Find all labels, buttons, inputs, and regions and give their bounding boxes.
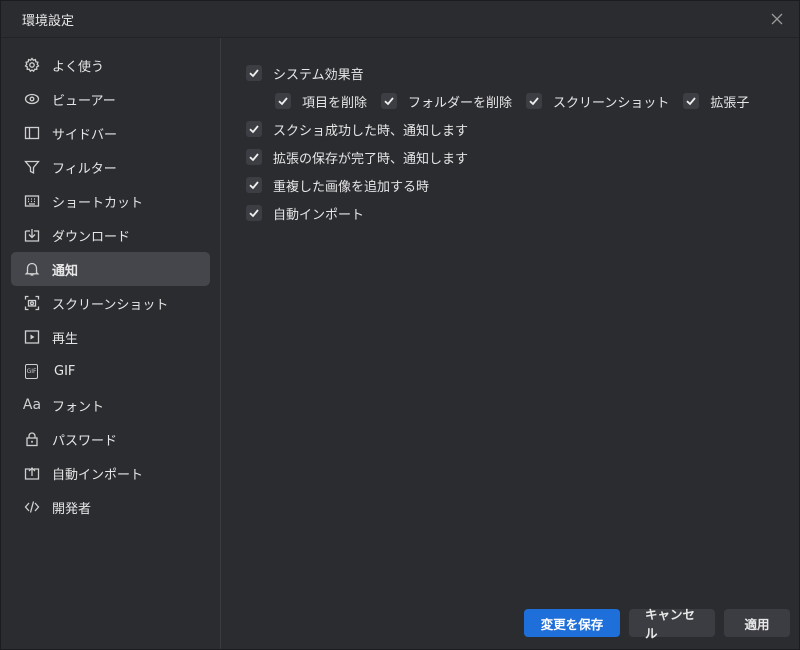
checkbox-box: [246, 65, 262, 81]
sidebar-item-label: ダウンロード: [52, 229, 131, 245]
sub-option-checkbox-0[interactable]: 項目を削除: [275, 92, 367, 111]
checkmark-icon: [249, 181, 259, 190]
sub-option-checkbox-1[interactable]: フォルダーを削除: [381, 92, 512, 111]
sidebar-item-2[interactable]: サイドバー: [11, 116, 210, 150]
checkmark-icon: [249, 69, 259, 78]
checkbox-label: スクショ成功した時、通知します: [273, 123, 469, 139]
notification-settings: システム効果音 項目を削除 フォルダーを削除 スクリーンショット 拡張子 スクショ成功…: [221, 38, 799, 649]
sidebar-item-label: 開発者: [52, 501, 92, 517]
save-changes-button[interactable]: 変更を保存: [524, 609, 620, 637]
sidebar-item-label: GIF: [54, 363, 76, 379]
sidebar-panel-icon: [23, 124, 41, 142]
checkbox-box: [526, 93, 543, 109]
sub-option-checkbox-2[interactable]: スクリーンショット: [526, 92, 669, 111]
notification-option-row: 自動インポート: [246, 199, 799, 227]
sidebar-item-label: フィルター: [52, 161, 117, 177]
checkbox-box: [683, 93, 700, 109]
sidebar-item-label: 自動インポート: [52, 467, 144, 483]
checkbox-box: [246, 177, 262, 193]
sidebar-item-label: 通知: [52, 263, 79, 279]
sidebar-item-0[interactable]: よく使う: [11, 48, 210, 82]
sidebar-item-3[interactable]: フィルター: [11, 150, 210, 184]
sidebar-item-7[interactable]: スクリーンショット: [11, 286, 210, 320]
code-icon: [23, 498, 41, 516]
sidebar-item-6[interactable]: 通知: [11, 252, 210, 286]
checkbox-label: 拡張子: [710, 95, 750, 111]
screenshot-icon: [23, 294, 41, 312]
bell-icon: [23, 260, 41, 278]
close-icon: [771, 13, 783, 25]
checkbox-box: [246, 205, 262, 221]
checkbox-label: 拡張の保存が完了時、通知します: [273, 151, 469, 167]
checkbox-label: スクリーンショット: [553, 95, 670, 111]
checkbox-label: 項目を削除: [302, 95, 368, 111]
sidebar-item-9[interactable]: GIF GIF: [11, 354, 210, 388]
apply-button[interactable]: 適用: [724, 609, 790, 637]
preferences-window: 環境設定 よく使う ビューアー サイドバー フィルター ショートカット ダウンロード 通知ス…: [0, 0, 800, 650]
sidebar-item-1[interactable]: ビューアー: [11, 82, 210, 116]
close-button[interactable]: [767, 9, 787, 29]
notification-option-checkbox-0[interactable]: スクショ成功した時、通知します: [246, 120, 468, 139]
notification-option-row: スクショ成功した時、通知します: [246, 115, 799, 143]
checkbox-box: [381, 93, 398, 109]
checkmark-icon: [384, 97, 394, 106]
checkmark-icon: [249, 125, 259, 134]
checkmark-icon: [529, 97, 539, 106]
notification-option-checkbox-3[interactable]: 自動インポート: [246, 204, 364, 223]
window-title: 環境設定: [22, 13, 75, 29]
lock-icon: [23, 430, 41, 448]
import-icon: [23, 464, 41, 482]
checkbox-box: [246, 121, 262, 137]
sidebar-item-5[interactable]: ダウンロード: [11, 218, 210, 252]
download-icon: [23, 226, 41, 244]
checkbox-label: 重複した画像を追加する時: [273, 179, 430, 195]
checkbox-box: [275, 93, 291, 109]
sidebar-item-label: フォント: [52, 399, 105, 415]
sidebar-item-4[interactable]: ショートカット: [11, 184, 210, 218]
sidebar-item-label: ビューアー: [52, 93, 116, 109]
checkbox-label: 自動インポート: [273, 207, 365, 223]
notification-option-checkbox-2[interactable]: 重複した画像を追加する時: [246, 176, 429, 195]
sidebar-item-label: 再生: [52, 331, 79, 347]
sidebar: よく使うビューアーサイドバーフィルターショートカット ダウンロード 通知スクリーンシ…: [1, 38, 221, 649]
sidebar-item-label: スクリーンショット: [52, 297, 169, 313]
sidebar-item-label: サイドバー: [52, 127, 118, 143]
notification-option-row: 重複した画像を追加する時: [246, 171, 799, 199]
sidebar-item-label: ショートカット: [52, 195, 144, 211]
sidebar-item-label: よく使う: [52, 59, 105, 75]
sidebar-item-8[interactable]: 再生: [11, 320, 210, 354]
font-icon: Aa: [22, 397, 42, 413]
eye-icon: [23, 90, 41, 108]
sub-option-checkbox-3[interactable]: 拡張子: [683, 92, 749, 111]
checkmark-icon: [249, 153, 259, 162]
title-bar: 環境設定: [1, 1, 799, 38]
system-sound-checkbox[interactable]: システム効果音: [246, 64, 364, 83]
notification-option-checkbox-1[interactable]: 拡張の保存が完了時、通知します: [246, 148, 468, 167]
gif-icon: GIF: [25, 363, 38, 379]
checkbox-label: フォルダーを削除: [408, 95, 513, 111]
dialog-footer: 変更を保存 キャンセル 適用: [524, 607, 790, 641]
sound-sub-options: 項目を削除 フォルダーを削除 スクリーンショット 拡張子: [246, 87, 799, 115]
checkmark-icon: [278, 97, 288, 106]
play-icon: [23, 328, 41, 346]
system-sound-row: システム効果音: [246, 59, 799, 87]
sidebar-item-11[interactable]: パスワード: [11, 422, 210, 456]
checkbox-box: [246, 149, 262, 165]
sidebar-item-label: パスワード: [52, 433, 118, 449]
checkbox-label: システム効果音: [273, 67, 364, 83]
gear-icon: [23, 56, 41, 74]
checkmark-icon: [249, 209, 259, 218]
sidebar-item-10[interactable]: Aa フォント: [11, 388, 210, 422]
cancel-button[interactable]: キャンセル: [629, 607, 715, 641]
keyboard-icon: [23, 192, 41, 210]
sidebar-item-13[interactable]: 開発者: [11, 490, 210, 524]
sidebar-item-12[interactable]: 自動インポート: [11, 456, 210, 490]
checkmark-icon: [686, 97, 697, 106]
funnel-icon: [23, 158, 41, 176]
notification-option-row: 拡張の保存が完了時、通知します: [246, 143, 799, 171]
